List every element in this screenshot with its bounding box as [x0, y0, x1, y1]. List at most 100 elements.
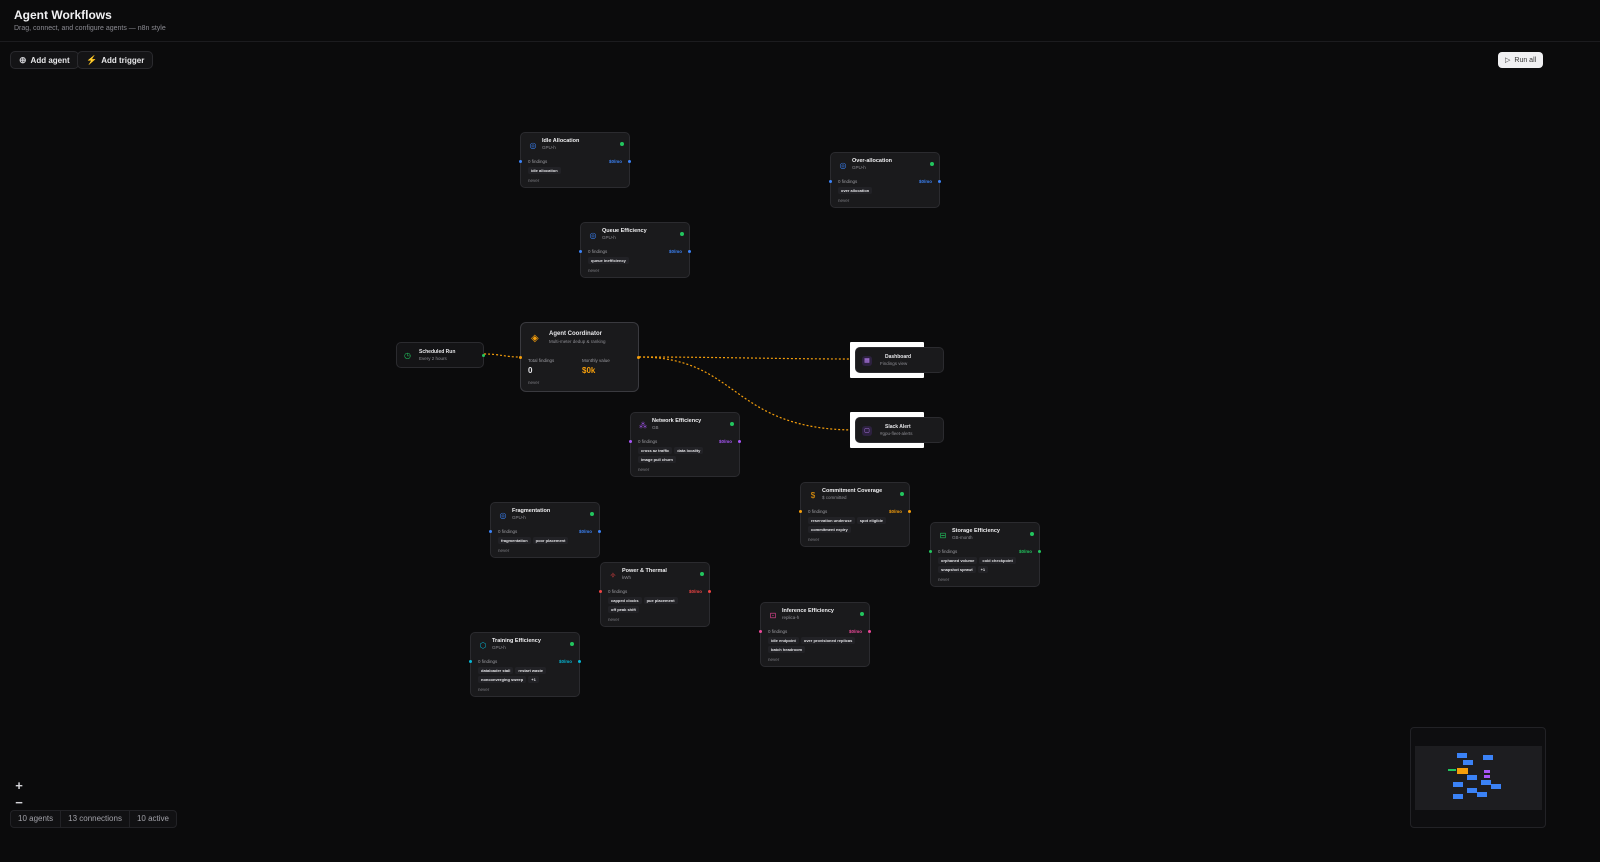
coordinator-title: Agent Coordinator	[549, 331, 602, 337]
agent-tags: capped clocks pue placement off peak shift	[608, 597, 704, 613]
status-indicator	[570, 642, 574, 646]
agent-tags: idle endpoint over provisioned replicas ba…	[768, 637, 864, 653]
monthly-value-label: Monthly value	[582, 358, 610, 363]
agent-output-port[interactable]	[868, 630, 871, 633]
active-count: 10 active	[136, 814, 169, 823]
agent-output-port[interactable]	[738, 440, 741, 443]
agent-unit: GPU-h	[542, 145, 556, 150]
page-title: Agent Workflows	[14, 8, 112, 22]
agent-last-run: never	[528, 178, 540, 183]
add-trigger-button[interactable]: ⚡ Add trigger	[77, 51, 154, 69]
finding-tag: idle endpoint	[768, 637, 799, 644]
agent-input-port[interactable]	[799, 510, 802, 513]
agent-output-port[interactable]	[938, 180, 941, 183]
agent-output-port[interactable]	[688, 250, 691, 253]
agent-input-port[interactable]	[469, 660, 472, 663]
dashboard-subtitle: Findings view	[880, 361, 908, 366]
status-indicator	[930, 162, 934, 166]
network-efficiency-node[interactable]: ⁂ Network Efficiency GB 0 findings $0/mo…	[629, 412, 741, 477]
agent-coordinator-node[interactable]: ◈ Agent Coordinator Multi-meter dedup & …	[519, 322, 640, 392]
dashboard-card: ▦ Dashboard Findings view	[855, 347, 944, 373]
server-icon: ⊡	[769, 611, 777, 620]
fragmentation-node[interactable]: ◎ Fragmentation GPU-h 0 findings $0/mo f…	[489, 502, 601, 558]
trigger-output-port[interactable]	[482, 354, 485, 357]
add-agent-button[interactable]: ⊕ Add agent	[10, 51, 79, 69]
storage-efficiency-node[interactable]: ⊟ Storage Efficiency GB-month 0 findings…	[929, 522, 1041, 587]
slack-alert-output-node[interactable]: ▢ Slack Alert #gpu-fleet-alerts	[850, 412, 944, 448]
agent-input-port[interactable]	[829, 180, 832, 183]
agent-input-port[interactable]	[629, 440, 632, 443]
agent-title: Idle Allocation	[542, 138, 580, 144]
finding-tag: +1	[528, 676, 539, 683]
training-efficiency-node[interactable]: ⬡ Training Efficiency GPU-h 0 findings $…	[469, 632, 581, 697]
agent-output-port[interactable]	[598, 530, 601, 533]
agent-value: $0/mo	[848, 629, 862, 634]
agent-last-run: never	[838, 198, 850, 203]
dashboard-output-node[interactable]: ▦ Dashboard Findings view	[850, 342, 944, 378]
power-thermal-node[interactable]: ✧ Power & Thermal kWh 0 findings $0/mo c…	[599, 562, 711, 627]
database-icon: ⊟	[939, 531, 947, 540]
status-indicator	[860, 612, 864, 616]
agent-value: $0/mo	[688, 589, 702, 594]
training-icon: ⬡	[479, 641, 487, 650]
agent-findings: 0 findings	[838, 179, 858, 184]
slack-alert-card: ▢ Slack Alert #gpu-fleet-alerts	[855, 417, 944, 443]
finding-tag: spot eligible	[856, 517, 887, 524]
agent-input-port[interactable]	[599, 590, 602, 593]
agent-last-run: never	[768, 657, 780, 662]
status-indicator	[730, 422, 734, 426]
agent-output-port[interactable]	[628, 160, 631, 163]
queue-efficiency-node[interactable]: ◎ Queue Efficiency GPU-h 0 findings $0/m…	[579, 222, 691, 278]
agent-value: $0/mo	[668, 249, 682, 254]
agent-unit: kWh	[622, 575, 631, 580]
trigger-subtitle: Every 2 hours	[419, 356, 447, 361]
finding-tag: dataloader stall	[478, 667, 514, 674]
agent-input-port[interactable]	[519, 160, 522, 163]
finding-tag: restart waste	[515, 667, 547, 674]
agent-input-port[interactable]	[489, 530, 492, 533]
finding-tag: fragmentation	[498, 537, 531, 544]
minimap[interactable]	[1410, 727, 1546, 828]
run-all-button[interactable]: ▷ Run all	[1498, 52, 1544, 68]
dashboard-title: Dashboard	[885, 354, 912, 360]
minimap-node	[1484, 770, 1490, 773]
agent-input-port[interactable]	[759, 630, 762, 633]
chip-icon: ◎	[589, 231, 597, 240]
commitment-coverage-node[interactable]: $ Commitment Coverage $ committed 0 find…	[799, 482, 911, 547]
agent-tags: fragmentation poor placement	[498, 537, 594, 544]
over-allocation-node[interactable]: ◎ Over-allocation GPU-h 0 findings $0/mo…	[829, 152, 941, 208]
scheduled-run-node[interactable]: ◷ Scheduled Run Every 2 hours	[396, 342, 485, 368]
agent-title: Queue Efficiency	[602, 228, 647, 234]
agent-last-run: never	[938, 577, 950, 582]
agent-last-run: never	[588, 268, 600, 273]
coordinator-input-port[interactable]	[519, 356, 522, 359]
agent-output-port[interactable]	[578, 660, 581, 663]
agent-input-port[interactable]	[929, 550, 932, 553]
connection-edges	[483, 353, 857, 431]
page-header: Agent Workflows Drag, connect, and confi…	[0, 0, 1600, 42]
agent-output-port[interactable]	[1038, 550, 1041, 553]
layers-icon: ◈	[531, 333, 539, 344]
connection-count: 13 connections	[61, 810, 130, 828]
finding-tag: over allocation	[838, 187, 873, 194]
status-indicator	[700, 572, 704, 576]
slack-alert-title: Slack Alert	[885, 424, 911, 430]
agent-title: Network Efficiency	[652, 418, 702, 424]
agent-unit: $ committed	[822, 495, 847, 500]
idle-allocation-node[interactable]: ◎ Idle Allocation GPU-h 0 findings $0/mo…	[519, 132, 631, 188]
finding-tag: pue placement	[643, 597, 678, 604]
zoom-out-button[interactable]: −	[10, 793, 28, 811]
agent-value: $0/mo	[718, 439, 732, 444]
inference-efficiency-node[interactable]: ⊡ Inference Efficiency replica-h 0 findi…	[759, 602, 871, 667]
minimap-node	[1463, 760, 1473, 765]
agent-tags: over allocation	[838, 187, 934, 194]
agent-output-port[interactable]	[708, 590, 711, 593]
plus-circle-icon: ⊕	[19, 54, 27, 65]
agent-title: Power & Thermal	[622, 568, 667, 574]
coordinator-output-port[interactable]	[637, 356, 640, 359]
agent-tags: idle allocation	[528, 167, 624, 174]
agent-output-port[interactable]	[908, 510, 911, 513]
zoom-in-button[interactable]: +	[10, 776, 28, 794]
agent-input-port[interactable]	[579, 250, 582, 253]
agent-unit: GPU-h	[602, 235, 616, 240]
